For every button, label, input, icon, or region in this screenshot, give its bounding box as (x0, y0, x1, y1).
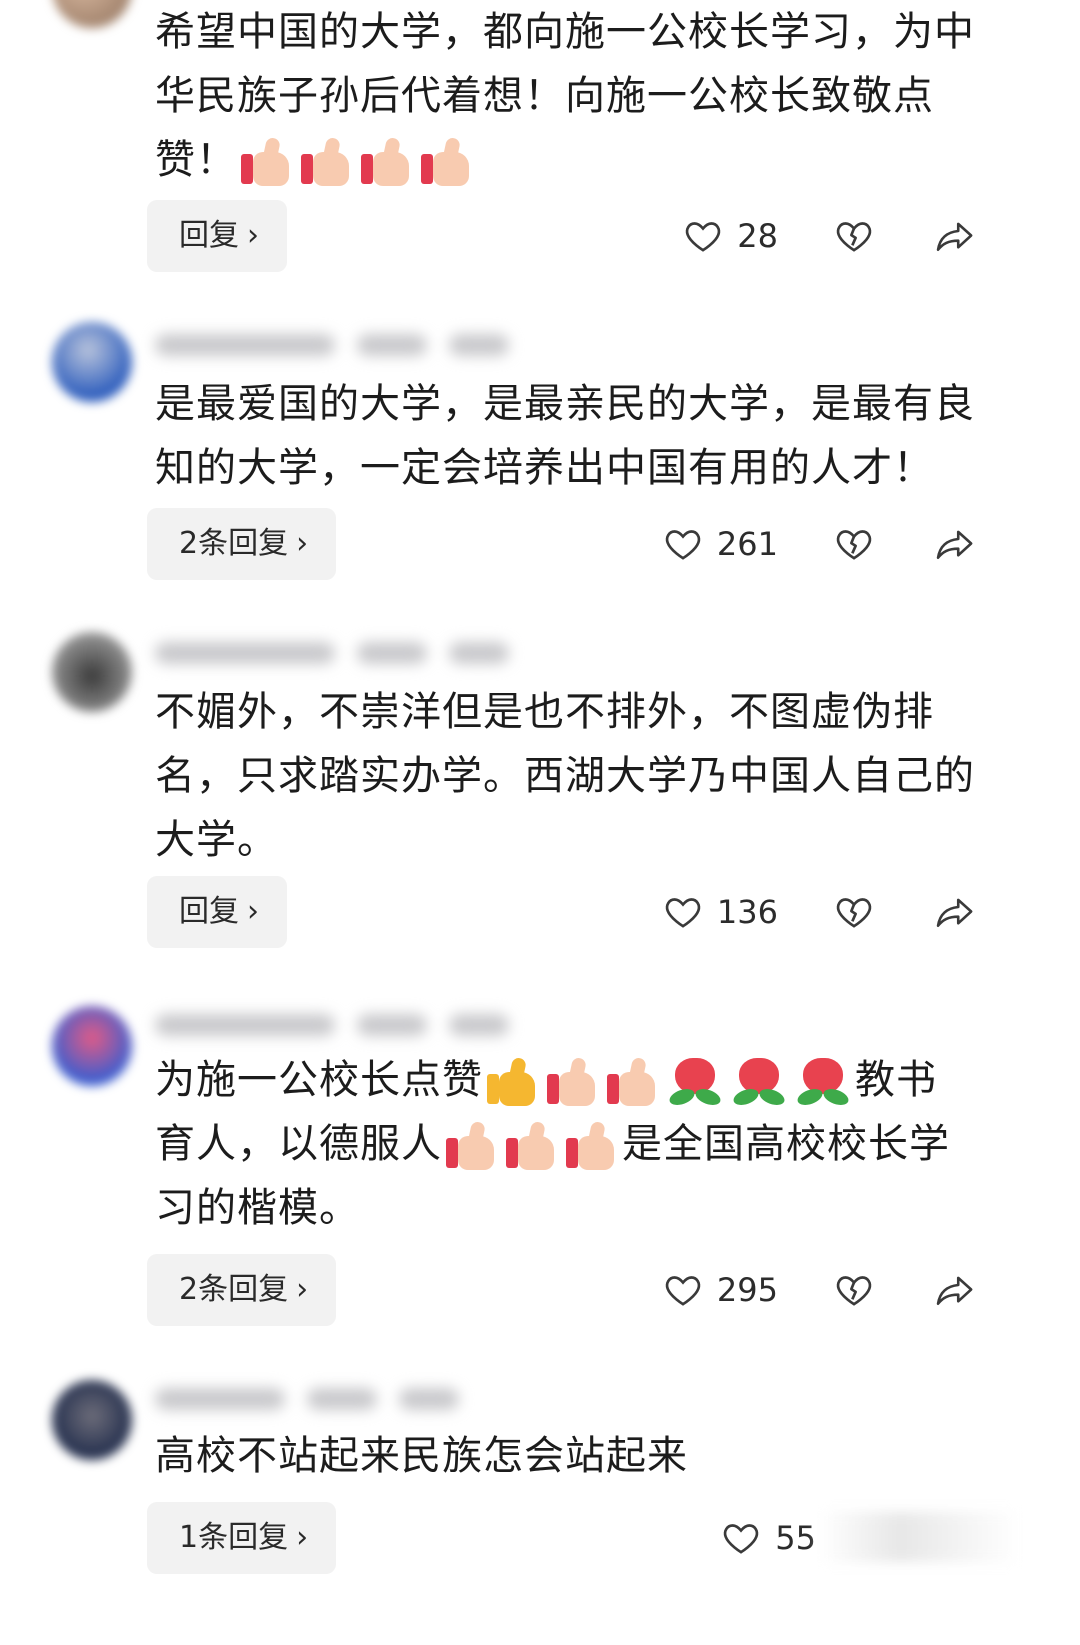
share-arrow-icon (936, 222, 973, 252)
like-count: 55 (775, 1519, 816, 1557)
dislike-button[interactable] (834, 524, 874, 564)
comment-actions: 136 (640, 876, 1080, 948)
rose-emoji-icon (795, 1056, 851, 1109)
broken-heart-icon (836, 898, 872, 928)
comment-actions: 28 (640, 200, 1080, 272)
blurred-watermark (820, 1512, 1020, 1562)
reply-button[interactable]: 2条回复 › (147, 508, 337, 580)
thumbs-up-emoji-icon (421, 136, 473, 188)
chevron-right-icon: › (296, 1520, 309, 1555)
avatar[interactable] (52, 1380, 132, 1460)
thumbs-up-emoji-icon (607, 1056, 659, 1108)
comment-text: 高校不站起来民族怎会站起来 (155, 1433, 688, 1479)
comment-actions: 295 (640, 1254, 1080, 1326)
chevron-right-icon: › (247, 894, 259, 929)
username-meta (155, 334, 535, 362)
comment-text: 希望中国的大学，都向施一公校长学习，为中 华民族子孙后代着想！向施一公校长致敬点… (155, 0, 1035, 192)
dislike-button[interactable] (834, 216, 874, 256)
thumbs-up-emoji-icon (566, 1120, 618, 1172)
like-count: 261 (716, 525, 778, 563)
username-meta (155, 642, 535, 670)
avatar[interactable] (52, 1006, 132, 1086)
thumbs-up-emoji-icon (506, 1120, 558, 1172)
like-button[interactable]: 261 (663, 524, 778, 564)
like-button[interactable]: 295 (663, 1270, 778, 1310)
share-button[interactable] (934, 1270, 976, 1310)
rose-emoji-icon (731, 1056, 787, 1109)
reply-button[interactable]: 1条回复 › (147, 1502, 337, 1574)
broken-heart-icon (836, 1276, 872, 1306)
comment-text: 为施一公校长点赞 教书 育人，以德服人 是全国高校校长学 习的楷模。 (155, 1056, 950, 1231)
chevron-right-icon: › (296, 1272, 309, 1307)
thumbs-up-emoji-icon (446, 1120, 498, 1172)
share-arrow-icon (936, 898, 973, 928)
thumbs-up-emoji-icon (547, 1056, 599, 1108)
like-count: 295 (716, 1271, 778, 1309)
like-count: 28 (737, 217, 778, 255)
comment-text: 不媚外，不崇洋但是也不排外，不图虚伪排 名，只求踏实办学。西湖大学乃中国人自己的… (155, 689, 975, 863)
avatar[interactable] (52, 322, 132, 402)
rose-emoji-icon (667, 1056, 723, 1109)
chevron-right-icon: › (296, 526, 309, 561)
dislike-button[interactable] (834, 892, 874, 932)
thumbs-up-emoji-icon (361, 136, 413, 188)
username-meta (155, 1014, 535, 1042)
heart-outline-icon (686, 222, 721, 252)
like-button[interactable]: 136 (663, 892, 778, 932)
thumbs-up-emoji-icon (301, 136, 353, 188)
like-button[interactable]: 28 (683, 216, 778, 256)
reply-button[interactable]: 回复 › (147, 876, 287, 948)
chevron-right-icon: › (247, 218, 259, 253)
comment-text: 是最爱国的大学，是最亲民的大学，是最有良 知的大学，一定会培养出中国有用的人才！ (155, 381, 975, 491)
thumbs-up-emoji-icon (241, 136, 293, 188)
reply-button[interactable]: 2条回复 › (147, 1254, 337, 1326)
like-count: 136 (716, 893, 778, 931)
reply-button[interactable]: 回复 › (147, 200, 287, 272)
heart-outline-icon (724, 1524, 759, 1554)
share-button[interactable] (934, 892, 976, 932)
broken-heart-icon (836, 222, 872, 252)
heart-outline-icon (665, 530, 701, 560)
broken-heart-icon (836, 530, 872, 560)
avatar[interactable] (52, 632, 132, 712)
username-meta (155, 1388, 535, 1416)
heart-outline-icon (665, 898, 701, 928)
avatar[interactable] (52, 0, 132, 28)
share-button[interactable] (934, 524, 976, 564)
share-arrow-icon (936, 1276, 973, 1306)
like-button[interactable]: 55 (721, 1518, 816, 1558)
heart-outline-icon (665, 1276, 701, 1306)
dislike-button[interactable] (834, 1270, 874, 1310)
share-arrow-icon (936, 530, 973, 560)
share-button[interactable] (934, 216, 976, 256)
thumbs-up-emoji-icon (487, 1056, 539, 1108)
comment-actions: 261 (640, 508, 1080, 580)
